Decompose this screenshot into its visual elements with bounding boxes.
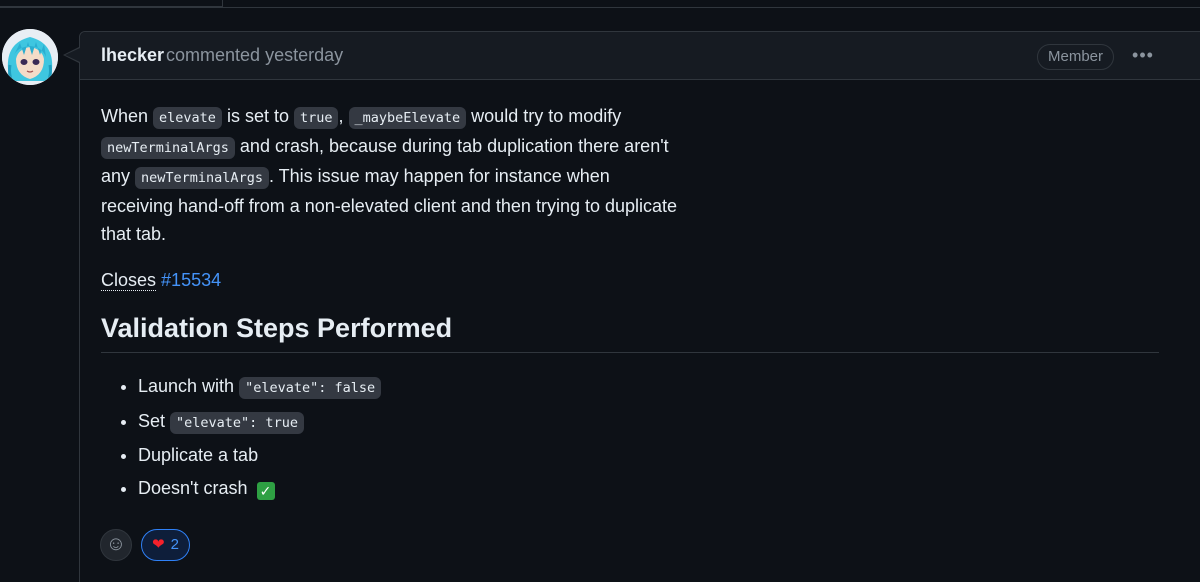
issue-link[interactable]: #15534 xyxy=(161,270,221,290)
step-text: Set xyxy=(138,410,171,431)
text-fragment: is set to xyxy=(221,106,294,126)
list-item: Duplicate a tab xyxy=(138,443,1161,467)
timestamp[interactable]: yesterday xyxy=(265,45,343,65)
heart-icon: ❤ xyxy=(152,536,165,553)
comment-action: commented xyxy=(166,45,261,65)
avatar-image xyxy=(2,29,58,85)
text-fragment: , xyxy=(338,106,349,126)
section-heading: Validation Steps Performed xyxy=(101,313,1159,353)
heart-reaction-button[interactable]: ❤ 2 xyxy=(141,529,190,561)
list-item: Launch with "elevate": false xyxy=(138,374,1161,400)
author-link[interactable]: lhecker xyxy=(101,45,164,66)
list-item: Set "elevate": true xyxy=(138,409,1161,435)
reaction-count: 2 xyxy=(170,536,179,553)
comment-box: lhecker commented yesterday Member ••• W… xyxy=(79,31,1200,582)
comment-caret-fill xyxy=(65,48,80,62)
comment-header: lhecker commented yesterday Member ••• xyxy=(80,32,1200,80)
validation-steps-list: Launch with "elevate": false Set "elevat… xyxy=(101,374,1161,500)
inline-code: _maybeElevate xyxy=(348,107,467,129)
step-text: Doesn't crash xyxy=(138,477,248,498)
inline-code: true xyxy=(293,107,339,129)
list-item: Doesn't crash ✓ xyxy=(138,476,1161,500)
comment-meta: commented yesterday xyxy=(166,45,343,66)
step-text: Duplicate a tab xyxy=(138,445,259,465)
page: lhecker commented yesterday Member ••• W… xyxy=(0,0,1200,582)
avatar[interactable] xyxy=(2,29,58,85)
inline-code: elevate xyxy=(153,107,222,129)
inline-code: newTerminalArgs xyxy=(135,167,269,189)
comment-body: When elevate is set to true, _maybeEleva… xyxy=(101,102,1161,508)
text-fragment: would try to modify xyxy=(466,106,622,126)
tab-remnant xyxy=(0,0,223,8)
closes-line: Closes #15534 xyxy=(101,268,1161,292)
inline-code: "elevate": false xyxy=(239,377,382,399)
smiley-icon: ☺ xyxy=(105,533,127,555)
text-fragment: When xyxy=(101,106,154,126)
check-mark-button-icon: ✓ xyxy=(256,481,275,500)
inline-code: "elevate": true xyxy=(170,411,304,434)
add-reaction-button[interactable]: ☺ xyxy=(100,529,132,561)
step-text: Launch with xyxy=(138,376,240,396)
closes-label: Closes xyxy=(101,270,157,291)
member-badge: Member xyxy=(1037,44,1115,70)
inline-code: newTerminalArgs xyxy=(101,137,235,159)
description-paragraph: When elevate is set to true, _maybeEleva… xyxy=(101,102,681,248)
divider xyxy=(223,7,1200,8)
more-options-icon[interactable]: ••• xyxy=(1129,44,1157,68)
